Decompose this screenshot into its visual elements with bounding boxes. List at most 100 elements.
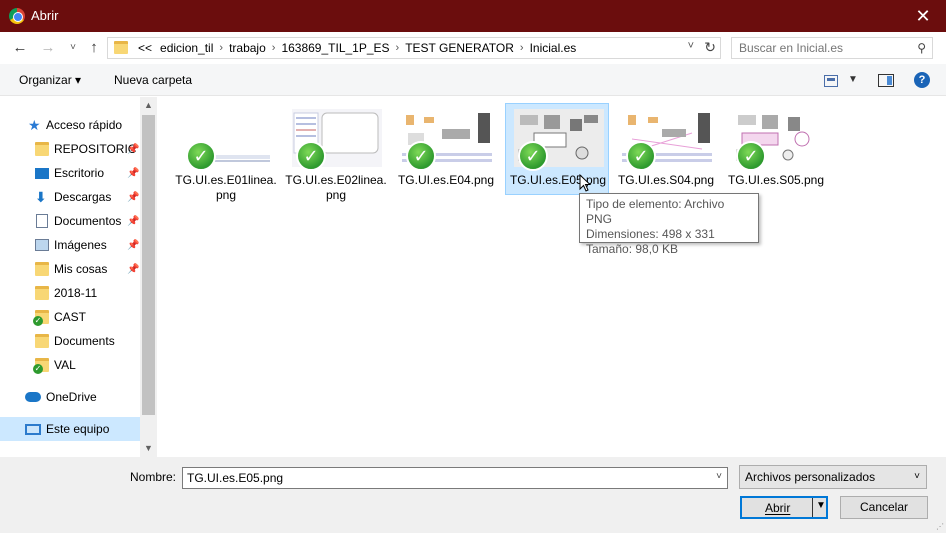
new-folder-button[interactable]: Nueva carpeta [114, 73, 192, 87]
sidebar-item-imagenes[interactable]: Imágenes 📌 [0, 233, 140, 257]
sidebar-item-repositoric[interactable]: REPOSITORIC 📌 [0, 137, 140, 161]
command-bar: Organizar ▾ Nueva carpeta ▼ ? [0, 64, 946, 96]
chevron-right-icon[interactable]: › [394, 42, 402, 54]
scroll-up-icon[interactable]: ▲ [144, 100, 153, 110]
sidebar-item-este-equipo[interactable]: Este equipo [0, 417, 140, 441]
sidebar-item-cast[interactable]: CAST [0, 305, 140, 329]
refresh-icon[interactable]: ↻ [704, 39, 716, 56]
sidebar-item-mis-cosas[interactable]: Mis cosas 📌 [0, 257, 140, 281]
chevron-down-icon[interactable]: ˅ [716, 471, 722, 482]
breadcrumb-item[interactable]: 163869_TIL_1P_ES [277, 41, 393, 55]
file-item[interactable]: ✓ TG.UI.es.S05.png [724, 104, 828, 196]
title-bar: Abrir ✕ [0, 0, 946, 32]
sync-check-icon: ✓ [518, 141, 548, 171]
sync-check-icon: ✓ [296, 141, 326, 171]
sidebar-item-label: VAL [54, 358, 76, 372]
folder-icon [35, 334, 49, 348]
chevron-down-icon[interactable]: ˅ [914, 471, 920, 482]
sidebar-item-escritorio[interactable]: Escritorio 📌 [0, 161, 140, 185]
breadcrumb-item[interactable]: trabajo [225, 41, 270, 55]
sync-check-icon: ✓ [186, 141, 216, 171]
open-button-label: Abrir [765, 501, 791, 515]
close-button[interactable]: ✕ [900, 0, 946, 32]
address-bar[interactable]: << edicion_til › trabajo › 163869_TIL_1P… [107, 37, 721, 59]
tooltip-type: Tipo de elemento: Archivo PNG [586, 197, 725, 226]
file-name: TG.UI.es.E01linea. png [175, 173, 277, 202]
pin-icon[interactable]: 📌 [127, 240, 139, 251]
file-type-filter[interactable]: Archivos personalizados ˅ [739, 465, 927, 489]
pin-icon[interactable]: 📌 [127, 168, 139, 179]
sync-check-icon: ✓ [736, 141, 766, 171]
file-name: TG.UI.es.E04.png [397, 173, 495, 187]
breadcrumb-item[interactable]: TEST GENERATOR [401, 41, 518, 55]
file-item[interactable]: ✓ TG.UI.es.E01linea. png [174, 104, 278, 202]
file-name-combobox[interactable]: ˅ [182, 467, 728, 489]
sidebar-item-label: OneDrive [46, 390, 97, 404]
preview-pane-icon[interactable] [878, 74, 894, 87]
back-arrow-icon[interactable]: ← [10, 39, 30, 56]
sidebar-item-documents[interactable]: Documents [0, 329, 140, 353]
open-options-chevron-icon[interactable]: ▼ [816, 500, 826, 511]
cancel-button[interactable]: Cancelar [840, 496, 928, 519]
mouse-cursor-icon [579, 174, 592, 192]
sidebar-item-val[interactable]: VAL [0, 353, 140, 377]
file-name-input[interactable] [187, 471, 707, 485]
chevron-right-icon[interactable]: › [518, 42, 526, 54]
open-button[interactable]: Abrir ▼ [740, 496, 828, 519]
search-icon: ⚲ [917, 41, 926, 55]
breadcrumb-overflow[interactable]: << [134, 41, 156, 55]
pin-icon[interactable]: 📌 [127, 264, 139, 275]
file-item[interactable]: ✓ TG.UI.es.E02linea. png [284, 104, 388, 202]
pin-icon[interactable]: 📌 [127, 216, 139, 227]
up-arrow-icon[interactable]: ↑ [84, 39, 104, 56]
file-name-label: Nombre: [130, 470, 177, 484]
organize-button[interactable]: Organizar ▾ [19, 73, 81, 87]
desktop-icon [35, 167, 49, 179]
chevron-right-icon[interactable]: › [217, 42, 225, 54]
change-view-icon[interactable] [824, 75, 838, 87]
sidebar-item-onedrive[interactable]: OneDrive [0, 385, 140, 409]
help-icon[interactable]: ? [914, 72, 930, 88]
sidebar-item-label: Mis cosas [54, 262, 108, 276]
file-type-value: Archivos personalizados [745, 470, 876, 484]
pin-icon[interactable]: 📌 [127, 192, 139, 203]
sidebar-item-label: Acceso rápido [46, 118, 123, 132]
recent-locations-chevron-icon[interactable]: ˅ [63, 42, 83, 53]
sidebar-item-documentos[interactable]: Documentos 📌 [0, 209, 140, 233]
chevron-right-icon[interactable]: › [270, 42, 278, 54]
sidebar-item-label: Documentos [54, 214, 122, 228]
breadcrumb-item[interactable]: Inicial.es [526, 41, 581, 55]
scroll-down-icon[interactable]: ▼ [144, 443, 153, 453]
view-options-chevron-icon[interactable]: ▼ [848, 74, 858, 85]
sidebar-item-quick-access[interactable]: ★ Acceso rápido [0, 113, 140, 137]
resize-grip-icon[interactable]: ⋰ [936, 522, 944, 531]
breadcrumb: << edicion_til › trabajo › 163869_TIL_1P… [134, 41, 580, 55]
download-icon: ⬇ [35, 189, 47, 205]
sidebar-item-2018-11[interactable]: 2018-11 [0, 281, 140, 305]
forward-arrow-icon[interactable]: → [38, 39, 58, 56]
folder-synced-icon [33, 358, 49, 374]
file-info-tooltip: Tipo de elemento: Archivo PNG Dimensione… [579, 193, 759, 256]
breadcrumb-item[interactable]: edicion_til [156, 41, 217, 55]
tooltip-size: Tamaño: 98,0 KB [586, 242, 679, 256]
documents-icon [36, 214, 48, 228]
sidebar-item-descargas[interactable]: ⬇ Descargas 📌 [0, 185, 140, 209]
sidebar-item-label: 2018-11 [54, 286, 98, 300]
search-box[interactable]: ⚲ [731, 37, 933, 59]
sidebar-item-label: CAST [54, 310, 87, 324]
file-item-selected[interactable]: ✓ TG.UI.es.E05.png [505, 103, 609, 195]
file-item[interactable]: ✓ TG.UI.es.E04.png [394, 104, 498, 196]
pin-icon[interactable]: 📌 [127, 144, 139, 155]
sidebar-item-label: Documents [54, 334, 115, 348]
split-divider [812, 498, 813, 517]
search-input[interactable] [739, 41, 909, 55]
sync-check-icon: ✓ [406, 141, 436, 171]
file-item[interactable]: ✓ TG.UI.es.S04.png [614, 104, 718, 196]
folder-icon [35, 262, 49, 276]
scrollbar-thumb[interactable] [142, 115, 155, 415]
file-name: TG.UI.es.E02linea. png [285, 173, 387, 202]
chevron-down-icon[interactable]: ˅ [688, 40, 694, 52]
sidebar-scrollbar[interactable]: ▲ ▼ [140, 97, 157, 457]
file-name: TG.UI.es.S04.png [617, 173, 715, 187]
pictures-icon [35, 239, 49, 251]
